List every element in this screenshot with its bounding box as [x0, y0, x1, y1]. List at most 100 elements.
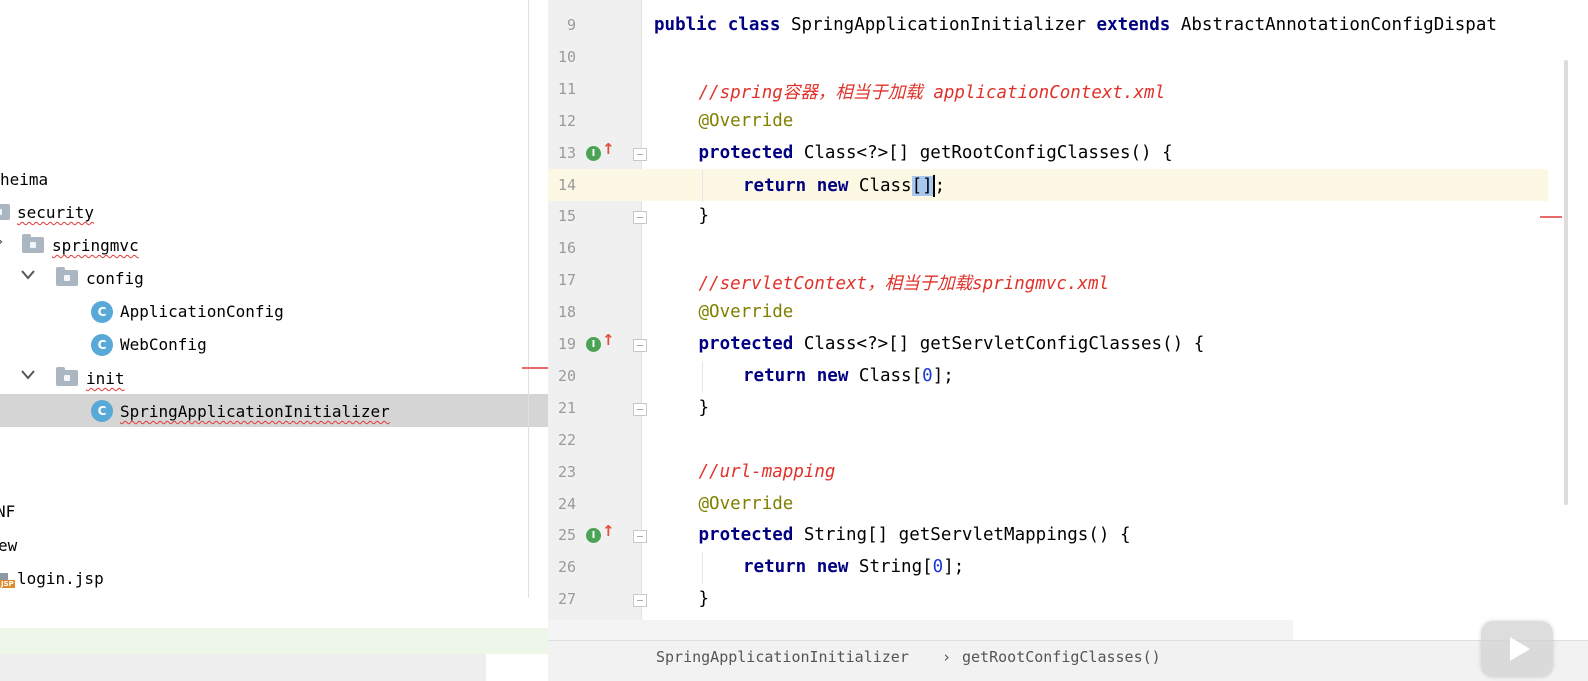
code-text[interactable]: protected Class<?>[] getRootConfigClasse… [699, 143, 1173, 163]
code-line[interactable]: 26 return new String[0]; [548, 552, 1548, 585]
play-button[interactable] [1481, 621, 1553, 677]
tree-item-applicationconfig[interactable]: C ApplicationConfig [0, 296, 548, 329]
tree-item-web-inf[interactable]: NF [0, 496, 548, 529]
code-token: @Override [698, 110, 794, 131]
class-icon: C [91, 301, 113, 323]
code-text[interactable]: //url-mapping [699, 462, 836, 482]
tree-item-login-jsp[interactable]: JSP login.jsp [0, 563, 548, 596]
chevron-down-icon[interactable] [20, 369, 36, 385]
implements-method-icon[interactable]: I [586, 145, 601, 161]
code-line[interactable]: 10 [548, 42, 1548, 74]
line-number: 21 [557, 398, 576, 417]
fold-icon[interactable] [633, 594, 647, 608]
project-tree-panel: heima security › springmvc config C Appl… [0, 0, 548, 681]
chevron-down-icon[interactable]: › [0, 234, 4, 250]
tree-item-springapplicationinitializer[interactable]: C SpringApplicationInitializer [0, 394, 548, 427]
code-token: protected [698, 142, 794, 163]
code-line[interactable]: 17 //servletContext，相当于加载springmvc.xml [548, 265, 1548, 297]
code-line[interactable]: 14 return new Class[]; [548, 169, 1548, 202]
code-token: ]; [943, 557, 965, 578]
code-line[interactable]: 9 public class SpringApplicationInitializ… [548, 10, 1548, 42]
tree-item-label: WebConfig [120, 335, 207, 354]
implements-method-icon[interactable]: I [586, 337, 601, 352]
horizontal-scrollbar[interactable] [548, 620, 1293, 640]
code-text[interactable]: protected Class<?>[] getServletConfigCla… [699, 334, 1205, 354]
fold-icon[interactable] [633, 530, 647, 544]
code-text[interactable]: } [699, 206, 710, 226]
code-line[interactable]: 25 I ↑ protected String[] getServletMapping… [548, 520, 1548, 552]
line-number: 19 [557, 335, 576, 353]
tree-item-springmvc[interactable]: › springmvc [0, 230, 548, 263]
tree-item-heima[interactable]: heima [0, 164, 548, 197]
code-token: extends [1096, 15, 1171, 35]
code-token: return [743, 175, 807, 196]
code-text[interactable]: @Override [699, 111, 794, 131]
tree-item-view[interactable]: ew [0, 530, 548, 563]
code-text[interactable]: //spring容器，相当于加载 applicationContext.xml [699, 79, 1166, 104]
tree-item-webconfig[interactable]: C WebConfig [0, 329, 548, 362]
code-token: //spring容器，相当于加载 applicationContext.xml [698, 82, 1166, 103]
fold-icon[interactable] [633, 339, 647, 352]
code-text[interactable]: public class SpringApplicationInitialize… [654, 15, 1497, 35]
code-text[interactable]: @Override [699, 302, 794, 322]
horizontal-scrollbar[interactable] [0, 654, 486, 681]
scrollbar-thumb[interactable] [1564, 60, 1568, 505]
line-number: 13 [557, 143, 576, 162]
chevron-down-icon[interactable] [20, 269, 36, 285]
code-text[interactable]: return new Class[0]; [743, 366, 954, 386]
code-line[interactable]: 15} [548, 201, 1548, 233]
code-token: 0 [922, 365, 933, 386]
code-text[interactable]: @Override [699, 494, 794, 514]
line-number: 14 [557, 175, 576, 194]
code-token: class [727, 15, 781, 35]
tree-item-init[interactable]: init [0, 363, 548, 396]
code-text[interactable]: return new String[0]; [743, 557, 964, 577]
code-line[interactable]: 11 //spring容器，相当于加载 applicationContext.xm… [548, 74, 1548, 106]
tree-item-security[interactable]: security [0, 197, 548, 230]
class-icon: C [91, 400, 113, 422]
fold-icon[interactable] [633, 402, 647, 416]
code-line[interactable]: 12 @Override [548, 106, 1548, 138]
breadcrumb-class[interactable]: SpringApplicationInitializer [656, 648, 909, 666]
code-text[interactable]: //servletContext，相当于加载springmvc.xml [699, 270, 1110, 295]
code-token: return [743, 365, 807, 386]
line-number: 25 [557, 526, 576, 545]
error-marker [522, 367, 548, 369]
tree-item-config[interactable]: config [0, 263, 548, 296]
code-text[interactable]: } [699, 589, 710, 609]
error-stripe-marker[interactable] [1540, 216, 1562, 218]
tree-item-label: config [86, 269, 144, 288]
code-line[interactable]: 24 @Override [548, 489, 1548, 521]
implements-method-icon[interactable]: I [586, 528, 601, 544]
code-line[interactable]: 16 [548, 233, 1548, 265]
arrow-up-icon[interactable]: ↑ [602, 140, 615, 158]
fold-icon[interactable] [633, 211, 647, 225]
line-number: 11 [557, 79, 576, 98]
code-line[interactable]: 18 @Override [548, 297, 1548, 329]
code-line[interactable]: 20 return new Class[0]; [548, 360, 1548, 393]
line-number: 16 [557, 239, 576, 258]
code-line[interactable]: 22 [548, 425, 1548, 457]
code-line[interactable]: 19 I ↑ protected Class<?>[] getServletConfi… [548, 329, 1548, 361]
code-editor[interactable]: 9 public class SpringApplicationInitializ… [548, 0, 1588, 681]
arrow-up-icon[interactable]: ↑ [602, 522, 615, 540]
folder-icon [56, 267, 78, 286]
code-line[interactable]: 27} [548, 584, 1548, 616]
line-number: 17 [557, 271, 576, 290]
code-text[interactable]: protected String[] getServletMappings() … [699, 525, 1131, 545]
code-line[interactable]: 13 I ↑ protected Class<?>[] getRootConfigCl… [548, 138, 1548, 170]
code-token: public [654, 15, 718, 35]
code-token: new [816, 365, 849, 386]
code-token: 0 [932, 557, 944, 578]
code-text[interactable]: return new Class[]; [743, 174, 945, 197]
indent-guide [702, 360, 703, 393]
code-text[interactable]: } [699, 398, 710, 418]
tree-item-label: springmvc [52, 236, 139, 255]
fold-icon[interactable] [633, 147, 647, 161]
arrow-up-icon[interactable]: ↑ [602, 331, 615, 349]
code-line[interactable]: 23 //url-mapping [548, 457, 1548, 489]
code-token: } [698, 397, 710, 418]
code-line[interactable]: 21} [548, 393, 1548, 425]
code-token: Class<?>[] getServletConfigClasses() { [793, 334, 1205, 354]
breadcrumb-method[interactable]: getRootConfigClasses() [962, 648, 1161, 666]
